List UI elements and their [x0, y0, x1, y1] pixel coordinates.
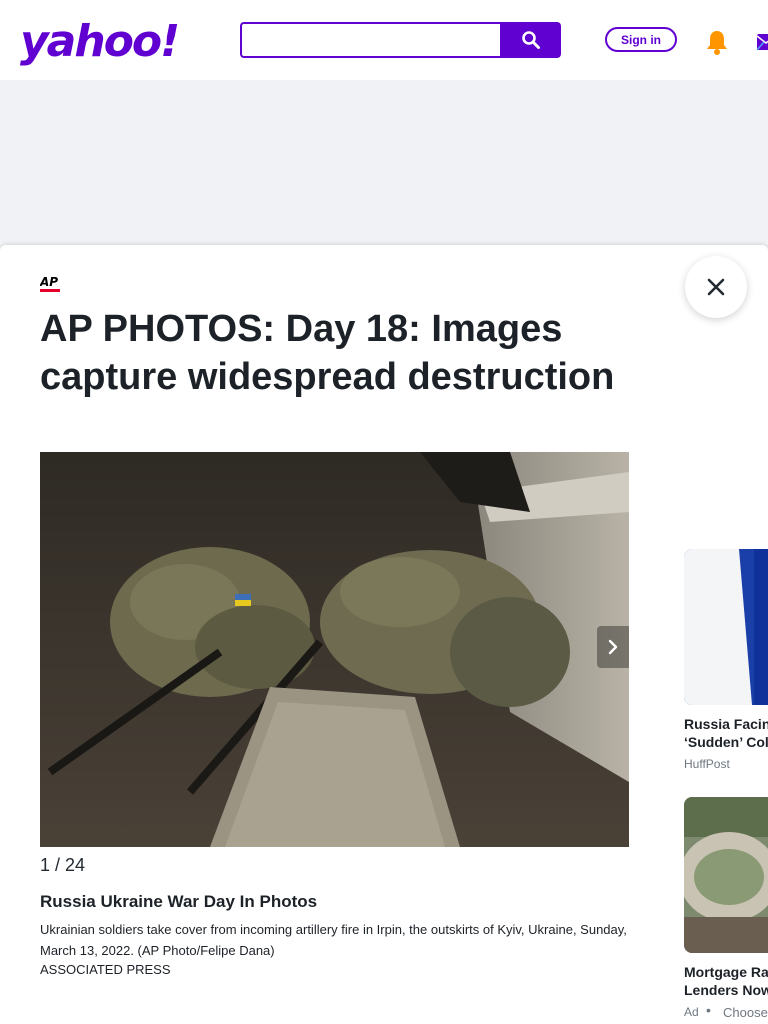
search-field[interactable]: [242, 24, 502, 56]
sidebar-card-source: HuffPost: [684, 757, 730, 771]
ad-banner-space: [0, 80, 768, 245]
sidebar-card-ad-label: Ad: [684, 1005, 699, 1019]
svg-text:AP: AP: [40, 275, 58, 289]
search-input[interactable]: [240, 22, 502, 58]
photo-image: [40, 452, 629, 847]
ap-source-logo: AP: [39, 274, 60, 292]
close-icon: [707, 278, 725, 296]
mail-button[interactable]: [756, 29, 768, 53]
yahoo-logo[interactable]: yahoo!: [20, 18, 180, 66]
signin-button[interactable]: Sign in: [605, 27, 677, 52]
slide-caption-title: Russia Ukraine War Day In Photos: [40, 892, 318, 911]
sidebar-card-image[interactable]: [684, 797, 768, 953]
sidebar-card-title[interactable]: Lenders Now: [684, 981, 768, 999]
article-title: AP PHOTOS: Day 18: Images capture widesp…: [40, 308, 615, 398]
separator-dot: •: [706, 1002, 711, 1018]
top-header: yahoo! Sign in: [0, 0, 768, 80]
bell-icon: [707, 31, 727, 55]
sidebar-card-title[interactable]: Mortgage Ra: [684, 963, 768, 981]
photo-credit: ASSOCIATED PRESS: [40, 962, 171, 977]
mail-icon: [756, 34, 768, 51]
sidebar-card-image[interactable]: [684, 549, 768, 705]
next-slide-button[interactable]: [597, 626, 629, 668]
notifications-button[interactable]: [703, 28, 731, 56]
sidebar-card-title[interactable]: Russia Facin: [684, 715, 768, 733]
sidebar-card-title[interactable]: ‘Sudden’ Col: [684, 733, 768, 751]
search-icon: [521, 31, 540, 49]
search-button[interactable]: [500, 22, 561, 58]
slide-caption-text: Ukrainian soldiers take cover from incom…: [40, 922, 627, 958]
close-button[interactable]: [685, 256, 747, 318]
slide-counter: 1 / 24: [40, 855, 86, 875]
chevron-right-icon: [608, 639, 618, 655]
slideshow-photo[interactable]: [40, 452, 629, 847]
sidebar-card-source[interactable]: Choose: [723, 1006, 768, 1020]
